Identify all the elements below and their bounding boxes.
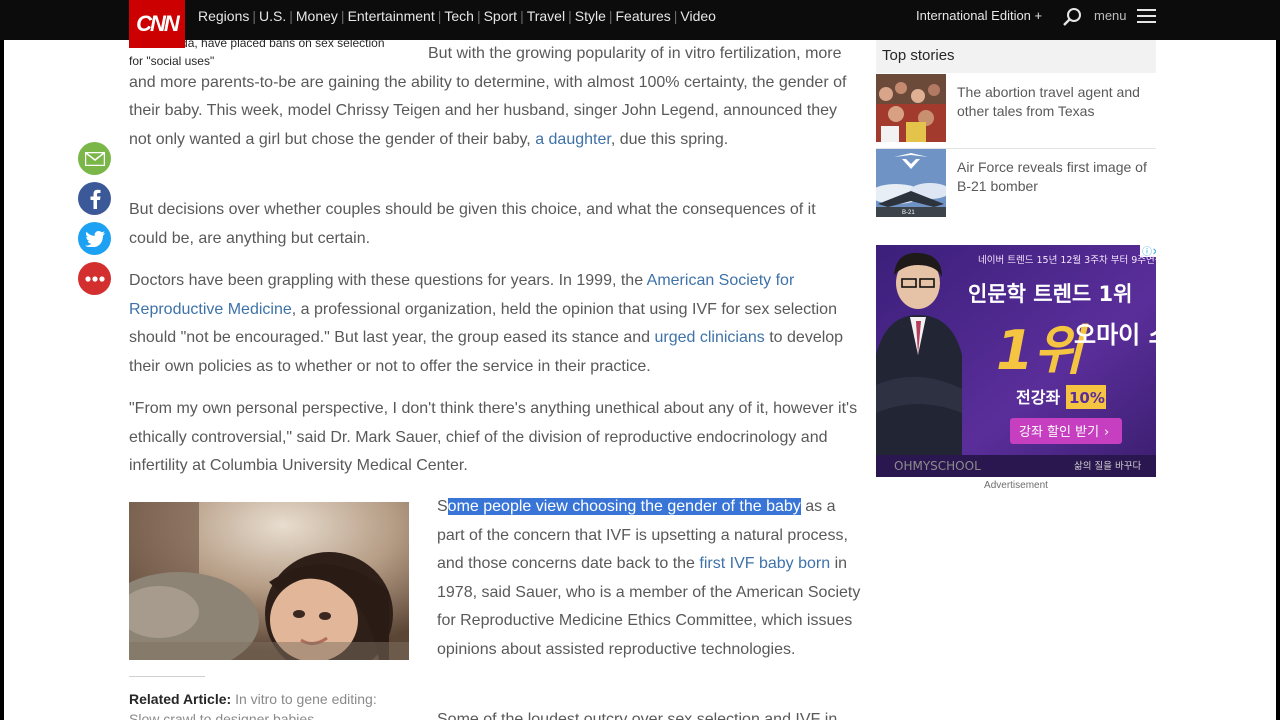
advertisement-banner[interactable]: ⓘ✕ 네이버 트렌드 15년 12월 3주차 부터 9주연속 인문학 트렌드 1…: [876, 245, 1156, 477]
paragraph-2: But decisions over whether couples shoul…: [129, 201, 816, 247]
related-label: Related Article:: [129, 691, 232, 707]
story-thumbnail-crowd[interactable]: [876, 74, 946, 142]
paragraph-text: S: [437, 498, 448, 515]
ad-button-label[interactable]: 강좌 할인 받기: [1019, 425, 1099, 440]
link-a-daughter[interactable]: a daughter: [535, 131, 611, 148]
paragraph-1: But with the growing popularity of in vi…: [129, 40, 859, 154]
paragraph-3: Doctors have been grappling with these q…: [129, 267, 859, 381]
cnn-logo[interactable]: CNN: [129, 0, 185, 48]
ad-text: 10%: [1069, 389, 1105, 407]
top-story-1[interactable]: The abortion travel agent and other tale…: [876, 74, 1156, 144]
more-share-icon[interactable]: [78, 262, 111, 295]
search-icon[interactable]: [1062, 7, 1082, 27]
link-urged-clinicians[interactable]: urged clinicians: [655, 329, 765, 346]
top-story-2[interactable]: B-21 Air Force reveals first image of B-…: [876, 149, 1156, 219]
article-page: and Canada, have placed bans on sex sele…: [4, 40, 1276, 720]
nav-link-sport[interactable]: Sport: [481, 8, 520, 24]
chevron-right-icon[interactable]: ›: [1104, 425, 1109, 440]
ad-text: 오마이 스쿨: [1074, 321, 1156, 349]
nav-links: Regions | U.S. | Money | Entertainment | Tec…: [195, 0, 719, 32]
related-article[interactable]: Related Article: In vitro to gene editin…: [129, 689, 409, 720]
nav-link-entertainment[interactable]: Entertainment: [345, 8, 438, 24]
twitter-share-icon[interactable]: [78, 222, 111, 255]
story-title[interactable]: The abortion travel agent and other tale…: [957, 83, 1147, 121]
international-edition-button[interactable]: International Edition +: [916, 8, 1042, 23]
paragraph-text: But with the growing popularity of in vi…: [129, 45, 847, 148]
facebook-share-icon[interactable]: [78, 182, 111, 215]
nav-link-tech[interactable]: Tech: [441, 8, 477, 24]
ad-text: 인문학 트렌드 1위: [968, 282, 1132, 306]
top-stories-heading: Top stories: [876, 40, 1156, 73]
nav-link-style[interactable]: Style: [572, 8, 609, 24]
paragraph-6: Some of the loudest outcry over sex sele…: [437, 711, 838, 720]
nav-link-video[interactable]: Video: [677, 8, 719, 24]
paragraph-text: Doctors have been grappling with these q…: [129, 272, 647, 289]
nav-link-us[interactable]: U.S.: [256, 8, 289, 24]
menu-label[interactable]: menu: [1094, 8, 1127, 23]
story-title[interactable]: Air Force reveals first image of B-21 bo…: [957, 158, 1147, 196]
paragraph-4: "From my own personal perspective, I don…: [129, 400, 858, 474]
ad-text: 네이버 트렌드 15년 12월 3주차 부터 9주연속: [978, 254, 1156, 266]
nav-link-regions[interactable]: Regions: [195, 8, 252, 24]
ad-footer-slogan: 삶의 질을 바꾸다: [1074, 460, 1141, 472]
paragraph-text: , due this spring.: [610, 130, 729, 148]
nav-link-features[interactable]: Features: [613, 8, 674, 24]
story-thumbnail-b21-bomber[interactable]: B-21: [876, 149, 946, 217]
advertisement-label: Advertisement: [984, 480, 1048, 491]
nav-link-travel[interactable]: Travel: [524, 8, 568, 24]
email-share-icon[interactable]: [78, 142, 111, 175]
article-photo-toddler[interactable]: [129, 502, 409, 660]
ad-footer-logo: OHMYSCHOOL: [894, 459, 981, 473]
ad-text: 전강좌: [1016, 388, 1060, 407]
selected-text[interactable]: ome people view choosing the gender of t…: [447, 498, 801, 515]
thumbnail-label: B-21: [902, 210, 915, 216]
hamburger-menu-icon[interactable]: [1137, 9, 1156, 23]
link-first-ivf-baby[interactable]: first IVF baby born: [699, 555, 830, 572]
nav-link-money[interactable]: Money: [293, 8, 341, 24]
related-divider: [129, 676, 205, 677]
top-navigation-bar: CNN Regions | U.S. | Money | Entertainment |…: [0, 0, 1280, 48]
paragraph-5: Some people view choosing the gender of …: [437, 493, 867, 664]
